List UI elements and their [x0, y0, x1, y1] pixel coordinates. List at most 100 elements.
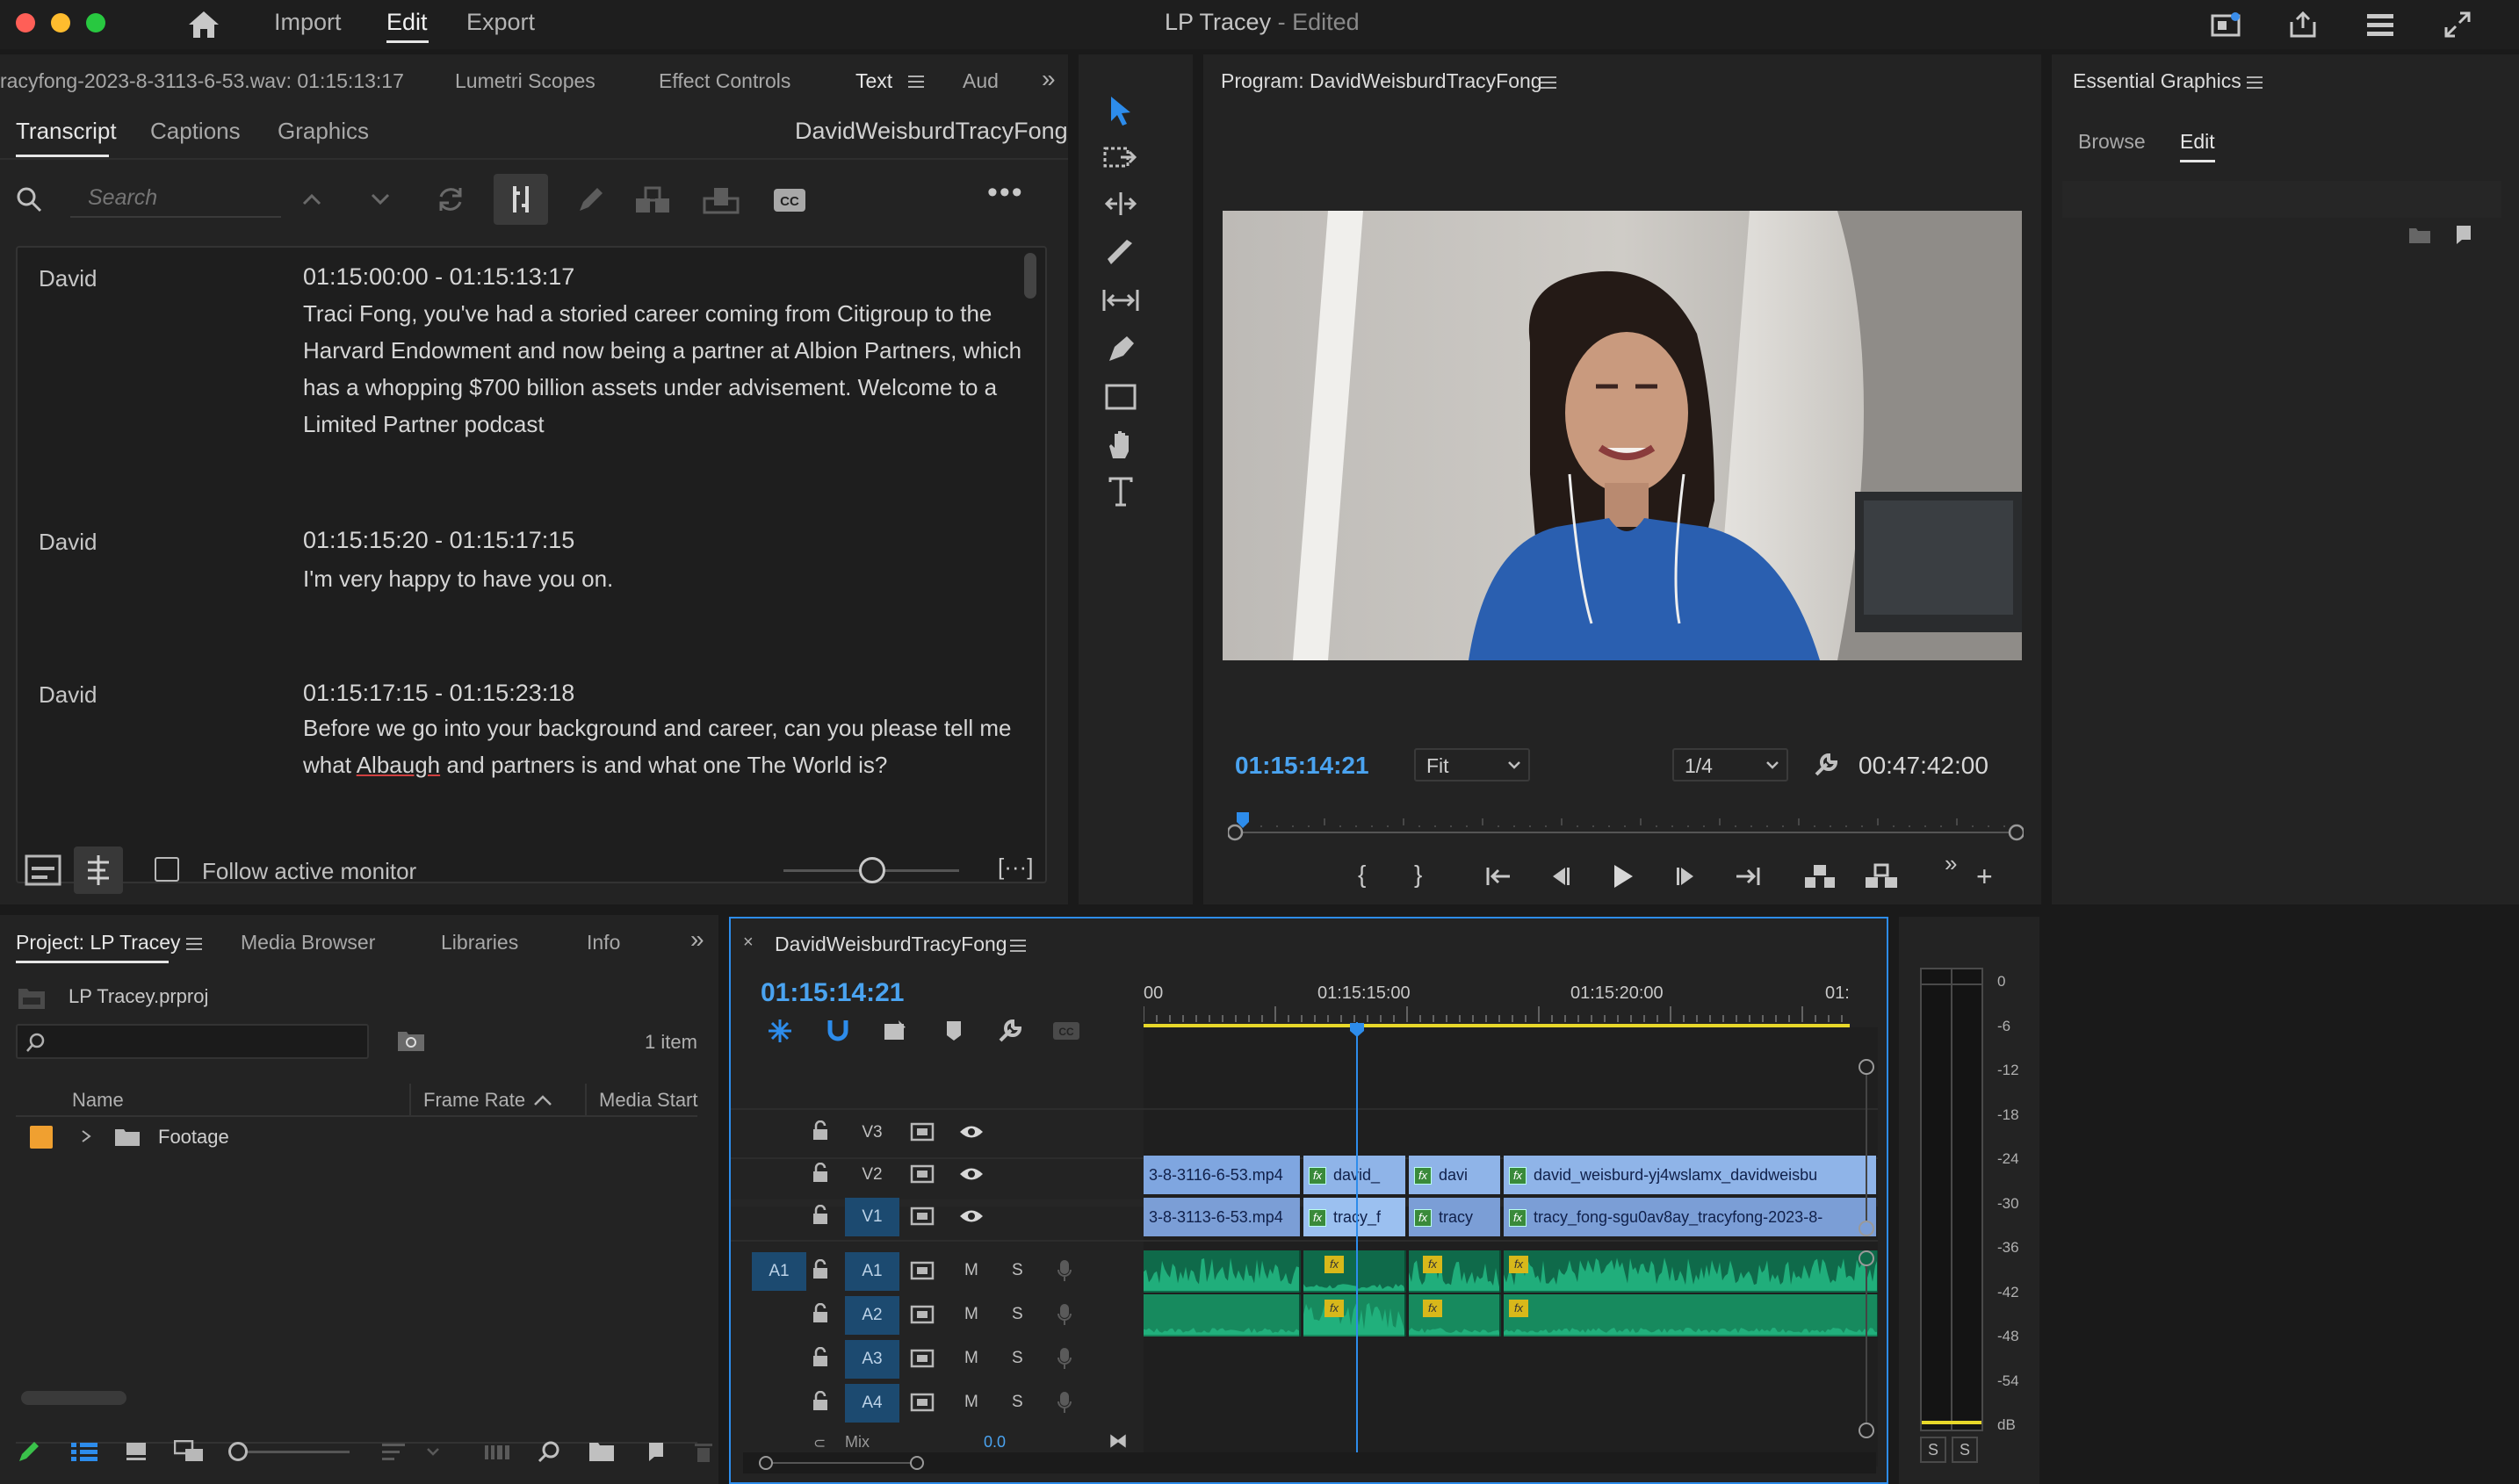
more-buttons-icon[interactable]: »	[1945, 850, 1957, 877]
go-to-in-icon[interactable]	[1481, 859, 1516, 894]
lock-track-icon[interactable]	[812, 1391, 833, 1416]
zoom-handle[interactable]	[1859, 1059, 1874, 1075]
program-scrubber[interactable]	[1228, 811, 2024, 846]
rectangle-tool-icon[interactable]	[1100, 378, 1142, 416]
timeline-settings-icon[interactable]	[994, 1015, 1026, 1047]
lock-track-icon[interactable]	[812, 1120, 833, 1145]
solo-left-button[interactable]: S	[1920, 1437, 1946, 1463]
project-menu-icon[interactable]	[186, 938, 202, 950]
chevron-up-icon[interactable]	[299, 184, 325, 214]
folder-name[interactable]: Footage	[158, 1126, 229, 1149]
scrollbar-thumb[interactable]	[1024, 253, 1036, 299]
tab-effect-controls[interactable]: Effect Controls	[659, 69, 790, 93]
voice-over-record-icon[interactable]	[1057, 1391, 1077, 1417]
mute-button[interactable]: M	[964, 1393, 978, 1412]
speaker-label[interactable]: David	[39, 681, 97, 709]
program-menu-icon[interactable]	[1541, 76, 1556, 89]
tab-audio[interactable]: Aud	[963, 69, 999, 93]
icon-size-handle[interactable]	[228, 1442, 248, 1461]
program-monitor-title[interactable]: Program: DavidWeisburdTracyFong	[1221, 69, 1542, 93]
horizontal-scrollbar[interactable]	[743, 1452, 1876, 1473]
tab-lumetri-scopes[interactable]: Lumetri Scopes	[455, 69, 595, 93]
sync-lock-icon[interactable]	[910, 1122, 936, 1143]
overflow-tabs-icon[interactable]: »	[690, 926, 704, 954]
program-playhead[interactable]	[1236, 811, 1250, 829]
zoom-handle[interactable]	[1859, 1221, 1874, 1236]
find-icon[interactable]	[534, 1437, 564, 1466]
lock-track-icon[interactable]	[812, 1347, 833, 1372]
text-panel-menu-icon[interactable]	[908, 76, 924, 88]
segment-text[interactable]: Before we go into your background and ca…	[303, 710, 1023, 783]
voice-over-record-icon[interactable]	[1057, 1259, 1077, 1286]
icon-view-icon[interactable]	[121, 1437, 151, 1466]
voice-over-record-icon[interactable]	[1057, 1347, 1077, 1373]
new-layer-icon[interactable]	[2449, 221, 2475, 248]
find-bin-icon[interactable]	[395, 1026, 427, 1055]
chevron-down-icon[interactable]	[367, 184, 393, 214]
hand-tool-icon[interactable]	[1100, 425, 1142, 464]
zoom-handle[interactable]	[1859, 1250, 1874, 1266]
sequence-tab[interactable]: DavidWeisburdTracyFong	[775, 933, 1007, 956]
refresh-icon[interactable]	[434, 183, 467, 216]
zoom-window-button[interactable]	[86, 13, 105, 32]
solo-button[interactable]: S	[1012, 1349, 1023, 1368]
lift-icon[interactable]	[1801, 857, 1839, 896]
v2-clip[interactable]: fx david_weisburd-yj4wslamx_davidweisbu	[1504, 1156, 1876, 1194]
minimize-window-button[interactable]	[51, 13, 70, 32]
more-options-icon[interactable]: •••	[987, 176, 1024, 210]
close-sequence-icon[interactable]: ×	[743, 933, 754, 953]
lock-track-icon[interactable]	[812, 1259, 833, 1284]
tab-project[interactable]: Project: LP Tracey	[16, 931, 181, 955]
icon-size-slider[interactable]	[235, 1451, 350, 1453]
extract-icon[interactable]	[1862, 857, 1901, 896]
project-search-input[interactable]	[16, 1024, 369, 1059]
timeline-menu-icon[interactable]	[1010, 940, 1026, 952]
create-captions-icon[interactable]	[23, 850, 63, 890]
vscroll-track[interactable]	[1866, 1075, 1867, 1221]
wrench-icon[interactable]	[1809, 748, 1843, 782]
overflow-tabs-icon[interactable]: »	[1042, 65, 1056, 93]
v2-clip[interactable]: fx davi	[1409, 1156, 1500, 1194]
eye-icon[interactable]	[959, 1166, 985, 1185]
segment-text[interactable]: I'm very happy to have you on.	[303, 560, 1023, 597]
insert-icon[interactable]	[632, 183, 673, 218]
track-label-v3[interactable]: V3	[845, 1113, 899, 1152]
new-bin-icon[interactable]	[587, 1437, 617, 1466]
video-frame[interactable]	[1223, 211, 2022, 660]
tab-media-browser[interactable]: Media Browser	[241, 931, 375, 955]
type-tool-icon[interactable]	[1100, 471, 1142, 513]
sync-lock-icon[interactable]	[910, 1393, 936, 1414]
v2-clip[interactable]: 3-8-3116-6-53.mp4	[1144, 1156, 1300, 1194]
solo-button[interactable]: S	[1012, 1393, 1023, 1412]
track-select-tool-icon[interactable]	[1100, 139, 1142, 177]
zoom-handle[interactable]	[1859, 1423, 1874, 1438]
solo-button[interactable]: S	[1012, 1261, 1023, 1280]
overwrite-icon[interactable]	[701, 183, 741, 218]
workspace-tab-import[interactable]: Import	[274, 9, 342, 36]
track-label-a3[interactable]: A3	[845, 1340, 899, 1379]
sync-lock-icon[interactable]	[910, 1349, 936, 1370]
column-frame-rate[interactable]: Frame Rate	[423, 1089, 525, 1112]
play-icon[interactable]	[1604, 857, 1642, 896]
nest-icon[interactable]	[764, 1015, 796, 1047]
timeline-playhead[interactable]	[1349, 1022, 1365, 1038]
time-ruler[interactable]: 00 01:15:15:00 01:15:20:00 01:	[1144, 980, 1881, 1029]
go-to-end-icon[interactable]: ⧓	[1108, 1430, 1128, 1452]
track-area[interactable]	[1144, 1027, 1878, 1466]
workspaces-menu-icon[interactable]	[2363, 7, 2398, 42]
sort-ascending-icon[interactable]	[531, 1089, 555, 1112]
pen-tool-icon[interactable]	[1100, 330, 1142, 369]
razor-tool-icon[interactable]	[1100, 234, 1142, 272]
v1-clip[interactable]: fxtracy_f	[1303, 1198, 1405, 1236]
subtab-graphics[interactable]: Graphics	[278, 118, 369, 145]
selection-tool-icon[interactable]	[1100, 90, 1142, 132]
home-icon[interactable]	[184, 5, 223, 44]
scroll-handle-left[interactable]	[759, 1456, 773, 1470]
essential-graphics-title[interactable]: Essential Graphics	[2073, 69, 2241, 93]
track-label-a4[interactable]: A4	[845, 1384, 899, 1423]
mark-out-icon[interactable]: }	[1414, 861, 1422, 889]
sync-lock-icon[interactable]	[910, 1164, 936, 1185]
fullscreen-icon[interactable]	[2440, 7, 2475, 42]
freeform-view-icon[interactable]	[172, 1437, 207, 1466]
sync-lock-icon[interactable]	[910, 1261, 936, 1282]
